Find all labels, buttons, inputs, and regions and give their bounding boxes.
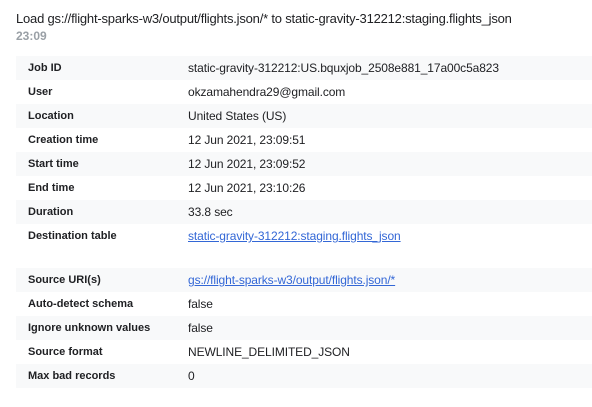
value: 12 Jun 2021, 23:09:52: [188, 157, 306, 171]
row-user: User okzamahendra29@gmail.com: [16, 80, 592, 104]
label: Max bad records: [28, 370, 116, 382]
job-time: 23:09: [16, 29, 47, 43]
label: End time: [28, 182, 75, 194]
value: 33.8 sec: [188, 205, 233, 219]
label: Auto-detect schema: [28, 298, 134, 310]
row-source-uri: Source URI(s) gs://flight-sparks-w3/outpu…: [16, 268, 592, 292]
value: static-gravity-312212:US.bquxjob_2508e88…: [188, 61, 499, 75]
row-destination-table: Destination table static-gravity-312212:s…: [16, 224, 592, 248]
destination-table-link[interactable]: static-gravity-312212:staging.flights_js…: [188, 229, 401, 243]
label: Location: [28, 110, 74, 122]
value: 12 Jun 2021, 23:09:51: [188, 133, 306, 147]
value: false: [188, 297, 213, 311]
value: okzamahendra29@gmail.com: [188, 85, 346, 99]
label: Source URI(s): [28, 274, 101, 286]
job-title: Load gs://flight-sparks-w3/output/flight…: [16, 11, 512, 26]
row-location: Location United States (US): [16, 104, 592, 128]
row-creation-time: Creation time 12 Jun 2021, 23:09:51: [16, 128, 592, 152]
label: Start time: [28, 158, 79, 170]
value: United States (US): [188, 109, 287, 123]
row-ignore-unknown-values: Ignore unknown values false: [16, 316, 592, 340]
value: NEWLINE_DELIMITED_JSON: [188, 345, 350, 359]
value: 12 Jun 2021, 23:10:26: [188, 181, 306, 195]
value: 0: [188, 369, 195, 383]
label: User: [28, 86, 53, 98]
row-end-time: End time 12 Jun 2021, 23:10:26: [16, 176, 592, 200]
label: Duration: [28, 206, 74, 218]
load-details-table: Source URI(s) gs://flight-sparks-w3/outpu…: [16, 268, 592, 388]
row-max-bad-records: Max bad records 0: [16, 364, 592, 388]
label: Source format: [28, 346, 103, 358]
row-auto-detect-schema: Auto-detect schema false: [16, 292, 592, 316]
value: false: [188, 321, 213, 335]
source-uri-link[interactable]: gs://flight-sparks-w3/output/flights.jso…: [188, 273, 395, 287]
row-source-format: Source format NEWLINE_DELIMITED_JSON: [16, 340, 592, 364]
label: Ignore unknown values: [28, 322, 151, 334]
label: Job ID: [28, 62, 62, 74]
label: Destination table: [28, 230, 117, 242]
job-details-table: Job ID static-gravity-312212:US.bquxjob_2…: [16, 56, 592, 248]
label: Creation time: [28, 134, 99, 146]
row-job-id: Job ID static-gravity-312212:US.bquxjob_2…: [16, 56, 592, 80]
row-duration: Duration 33.8 sec: [16, 200, 592, 224]
row-start-time: Start time 12 Jun 2021, 23:09:52: [16, 152, 592, 176]
